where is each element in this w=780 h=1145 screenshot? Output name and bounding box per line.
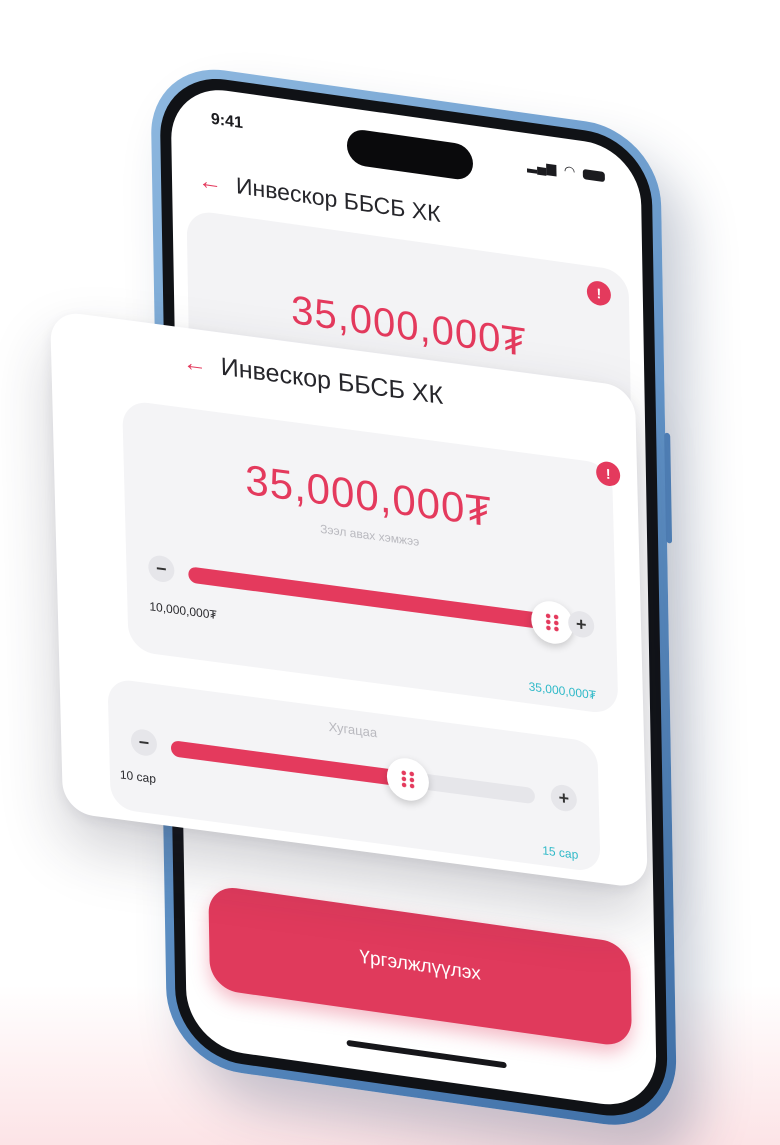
slider-thumb[interactable]: [385, 755, 430, 804]
plus-button[interactable]: +: [550, 783, 578, 813]
power-button: [664, 432, 673, 544]
wifi-icon: ◠: [563, 162, 576, 179]
max-term-label: 15 сар: [542, 843, 579, 863]
slider-fill: [170, 740, 408, 788]
signal-icon: ▂▄▆: [526, 157, 557, 177]
home-indicator: [346, 1039, 507, 1069]
loan-amount-panel: ! 35,000,000₮ Зээл авах хэмжээ − + 10,00…: [122, 399, 621, 716]
floating-loan-card: ← Инвескор ББСБ ХК ! 35,000,000₮ Зээл ав…: [50, 310, 648, 890]
card-title: Инвескор ББСБ ХК: [220, 352, 444, 411]
status-icons: ▂▄▆ ◠: [527, 157, 605, 184]
minus-button[interactable]: −: [148, 554, 175, 584]
dynamic-island: [346, 127, 474, 182]
grip-dots-icon: [399, 769, 416, 790]
info-icon[interactable]: !: [586, 279, 612, 308]
back-arrow-icon[interactable]: ←: [198, 166, 222, 196]
battery-icon: [582, 168, 605, 182]
card-header: ← Инвескор ББСБ ХК: [182, 348, 443, 412]
info-icon[interactable]: !: [595, 460, 621, 488]
max-amount-label: 35,000,000₮: [528, 679, 597, 703]
plus-button[interactable]: +: [567, 609, 595, 640]
slider-fill: [188, 566, 553, 631]
min-amount-label: 10,000,000₮: [149, 599, 217, 623]
slider-track[interactable]: [188, 566, 574, 647]
status-time: 9:41: [210, 110, 244, 133]
continue-button[interactable]: Үргэлжлүүлэх: [208, 884, 632, 1049]
minus-button[interactable]: −: [130, 727, 158, 758]
grip-dots-icon: [544, 612, 561, 633]
back-arrow-icon[interactable]: ←: [182, 348, 207, 378]
min-term-label: 10 сар: [119, 767, 157, 787]
